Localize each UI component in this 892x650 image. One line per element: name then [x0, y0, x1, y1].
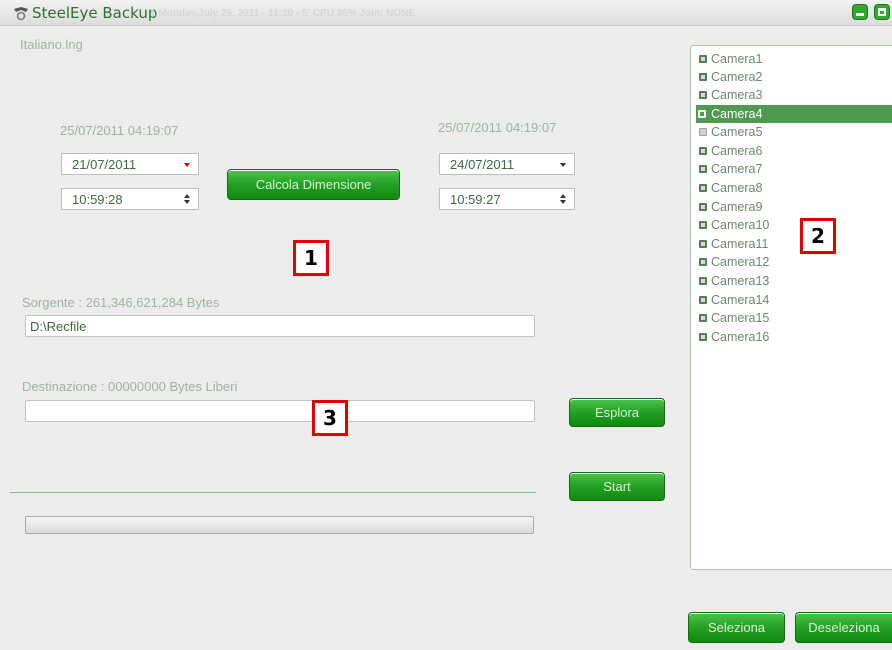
camera-list-item[interactable]: Camera7: [697, 160, 762, 178]
camera-list-item[interactable]: Camera1: [697, 50, 762, 68]
chevron-down-icon: [560, 163, 566, 167]
camera-label: Camera12: [711, 255, 770, 269]
destination-path-field[interactable]: [25, 400, 535, 422]
annotation-marker-1: 1: [293, 240, 329, 276]
spin-arrows-icon: [184, 193, 190, 205]
camera-list-item[interactable]: Camera13: [697, 272, 769, 290]
camera-list-item[interactable]: Camera11: [697, 235, 768, 253]
start-time-value: 10:59:28: [72, 192, 123, 207]
calcola-dimensione-button[interactable]: Calcola Dimensione: [227, 169, 400, 200]
camera-label: Camera10: [711, 218, 770, 232]
checkbox-icon[interactable]: [699, 55, 707, 63]
camera-label: Camera9: [711, 200, 763, 214]
camera-list-item[interactable]: Camera8: [697, 179, 762, 197]
camera-label: Camera11: [711, 237, 769, 251]
start-date-combo[interactable]: 21/07/2011: [61, 153, 199, 175]
camera-label: Camera4: [711, 107, 763, 121]
chevron-down-icon: [184, 163, 190, 167]
start-time-spinner[interactable]: 10:59:28: [61, 188, 199, 210]
title-ghost-text: 1 Monday,July 25, 2011 - 11:20 - 5' CPU …: [150, 8, 416, 19]
camera-list-item[interactable]: Camera15: [697, 309, 769, 327]
checkbox-icon[interactable]: [699, 128, 707, 136]
camera-list-item[interactable]: Camera9: [697, 198, 762, 216]
end-time-spinner[interactable]: 10:59:27: [439, 188, 575, 210]
camera-list[interactable]: Camera1 Camera2 Camera3 Camera4 Camera5 …: [690, 45, 892, 570]
checkbox-icon[interactable]: [699, 314, 707, 322]
checkbox-icon[interactable]: [699, 184, 707, 192]
end-date-combo[interactable]: 24/07/2011: [439, 153, 575, 175]
checkbox-icon[interactable]: [699, 296, 707, 304]
language-file-label: Italiano.lng: [20, 37, 83, 52]
camera-label: Camera1: [711, 52, 763, 66]
end-current-datetime: 25/07/2011 04:19:07: [438, 120, 557, 135]
end-time-value: 10:59:27: [450, 192, 501, 207]
source-path-field[interactable]: D:\Recfile: [25, 315, 535, 337]
camera-label: Camera5: [711, 125, 763, 139]
camera-list-item-selected[interactable]: Camera4: [696, 105, 892, 123]
maximize-button[interactable]: [874, 4, 890, 20]
camera-list-item[interactable]: Camera5: [697, 123, 762, 141]
start-button[interactable]: Start: [569, 472, 665, 501]
camera-label: Camera8: [711, 181, 763, 195]
camera-label: Camera7: [711, 162, 763, 176]
camera-label: Camera13: [711, 274, 770, 288]
camera-list-item[interactable]: Camera3: [697, 86, 762, 104]
start-date-value: 21/07/2011: [72, 157, 137, 172]
camera-list-item[interactable]: Camera10: [697, 216, 769, 234]
checkbox-icon[interactable]: [699, 147, 707, 155]
checkbox-icon[interactable]: [699, 91, 707, 99]
camera-label: Camera16: [711, 330, 770, 344]
camera-label: Camera3: [711, 88, 763, 102]
camera-list-item[interactable]: Camera16: [697, 328, 769, 346]
camera-list-item[interactable]: Camera2: [697, 68, 762, 86]
annotation-marker-2: 2: [800, 218, 836, 254]
camera-list-item[interactable]: Camera6: [697, 142, 762, 160]
checkbox-icon[interactable]: [698, 110, 706, 118]
seleziona-button[interactable]: Seleziona: [688, 612, 785, 643]
checkbox-icon[interactable]: [699, 277, 707, 285]
checkbox-icon[interactable]: [699, 73, 707, 81]
checkbox-icon[interactable]: [699, 333, 707, 341]
destination-label: Destinazione : 00000000 Bytes Liberi: [22, 379, 238, 394]
section-divider: [10, 492, 536, 493]
camera-label: Camera2: [711, 70, 763, 84]
checkbox-icon[interactable]: [699, 165, 707, 173]
checkbox-icon[interactable]: [699, 221, 707, 229]
window-title: SteelEye Backup: [32, 4, 158, 22]
esplora-button[interactable]: Esplora: [569, 398, 665, 427]
end-date-value: 24/07/2011: [450, 157, 515, 172]
annotation-marker-3: 3: [312, 400, 348, 436]
checkbox-icon[interactable]: [699, 203, 707, 211]
start-current-datetime: 25/07/2011 04:19:07: [60, 123, 179, 138]
progress-bar: [25, 516, 534, 534]
checkbox-icon[interactable]: [699, 240, 707, 248]
camera-label: Camera15: [711, 311, 770, 325]
maximize-icon: [878, 8, 886, 16]
source-label: Sorgente : 261,346,621,284 Bytes: [22, 295, 220, 310]
camera-label: Camera14: [711, 293, 770, 307]
minimize-icon: [856, 13, 864, 16]
deseleziona-button[interactable]: Deseleziona: [795, 612, 892, 643]
camera-list-item[interactable]: Camera14: [697, 291, 769, 309]
app-icon: [14, 7, 28, 21]
camera-label: Camera6: [711, 144, 763, 158]
checkbox-icon[interactable]: [699, 258, 707, 266]
camera-list-item[interactable]: Camera12: [697, 253, 769, 271]
minimize-button[interactable]: [852, 4, 868, 20]
title-bar: SteelEye Backup 1 Monday,July 25, 2011 -…: [0, 0, 892, 26]
spin-arrows-icon: [560, 193, 566, 205]
